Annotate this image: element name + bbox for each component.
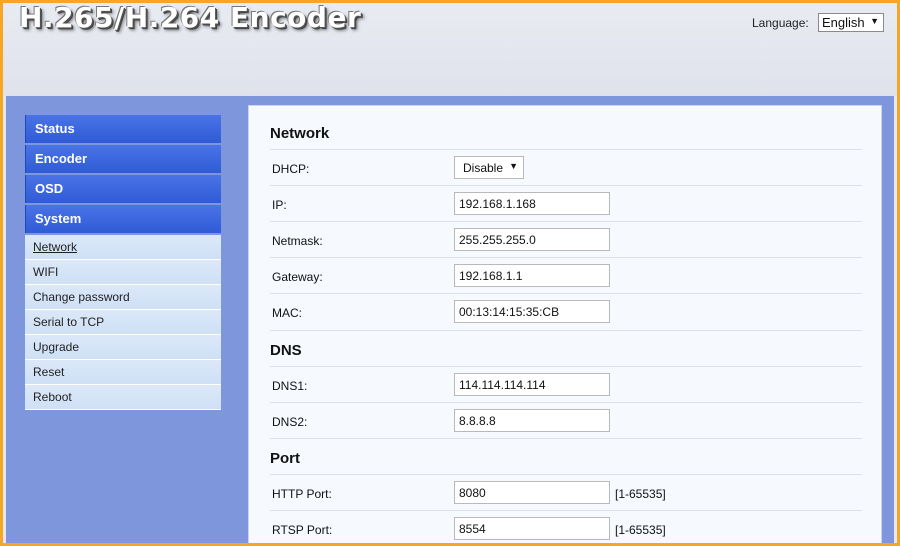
dns1-input[interactable]: 114.114.114.114 [454,373,610,396]
sidebar-item-encoder[interactable]: Encoder [25,145,221,173]
submenu-item-wifi[interactable]: WIFI [25,260,221,285]
section-title-dns: DNS [270,342,302,359]
http-port-input[interactable]: 8080 [454,481,610,504]
dns2-label: DNS2: [272,415,308,429]
dhcp-select-value: Disable [463,161,504,175]
dhcp-select[interactable]: Disable ▼ [454,156,524,179]
chevron-down-icon: ▼ [870,16,879,26]
rtsp-port-label: RTSP Port: [272,523,333,537]
sidebar-item-osd[interactable]: OSD [25,175,221,203]
netmask-label: Netmask: [272,234,323,248]
ip-input[interactable]: 192.168.1.168 [454,192,610,215]
language-label: Language: [752,16,809,30]
http-port-label: HTTP Port: [272,487,332,501]
app-title: H.265/H.264 Encoder [19,3,362,34]
mac-label: MAC: [272,306,302,320]
sidebar-item-system[interactable]: System [25,205,221,233]
rtsp-port-input[interactable]: 8554 [454,517,610,540]
divider [270,402,862,403]
ip-label: IP: [272,198,287,212]
submenu-item-change-password[interactable]: Change password [25,285,221,310]
language-select[interactable]: English ▼ [818,13,884,32]
section-title-network: Network [270,125,330,142]
page-frame: H.265/H.264 Encoder Language: English ▼ … [3,3,897,543]
sidebar-item-status[interactable]: Status [25,115,221,143]
submenu-item-reset[interactable]: Reset [25,360,221,385]
divider [270,510,862,511]
divider [270,185,862,186]
divider [270,330,862,331]
divider [270,221,862,222]
content-panel: Network DHCP: Disable ▼ IP: 192.168.1.16… [248,105,882,543]
sidebar: Status Encoder OSD System Network WIFI C… [25,115,221,410]
dns2-input[interactable]: 8.8.8.8 [454,409,610,432]
gateway-input[interactable]: 192.168.1.1 [454,264,610,287]
netmask-input[interactable]: 255.255.255.0 [454,228,610,251]
http-port-range: [1-65535] [615,487,666,501]
system-submenu: Network WIFI Change password Serial to T… [25,235,221,410]
section-title-port: Port [270,450,300,467]
divider [270,293,862,294]
dns1-label: DNS1: [272,379,308,393]
divider [270,474,862,475]
mac-input[interactable]: 00:13:14:15:35:CB [454,300,610,323]
divider [270,366,862,367]
submenu-item-reboot[interactable]: Reboot [25,385,221,410]
divider [270,438,862,439]
language-select-value: English [822,15,865,30]
submenu-item-upgrade[interactable]: Upgrade [25,335,221,360]
divider [270,257,862,258]
chevron-down-icon: ▼ [509,161,518,171]
rtsp-port-range: [1-65535] [615,523,666,537]
dhcp-label: DHCP: [272,162,310,176]
gateway-label: Gateway: [272,270,323,284]
header: H.265/H.264 Encoder Language: English ▼ [3,3,897,96]
divider [270,149,862,150]
submenu-item-serial-to-tcp[interactable]: Serial to TCP [25,310,221,335]
submenu-item-network[interactable]: Network [25,235,221,260]
